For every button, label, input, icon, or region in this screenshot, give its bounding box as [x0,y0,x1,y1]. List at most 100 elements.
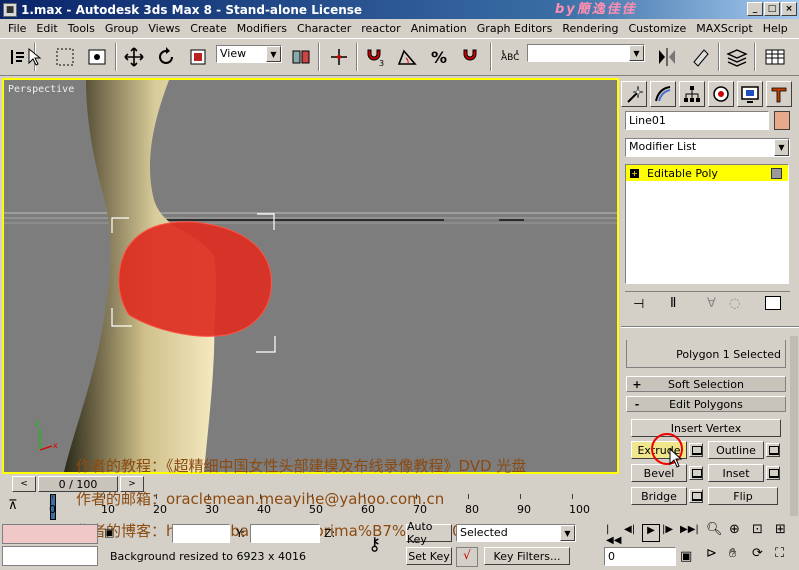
menu-create[interactable]: Create [185,22,232,35]
edit-named-selection-icon[interactable]: ABC [497,44,523,70]
zoom-extents-all-icon[interactable]: ⊞ [775,522,797,545]
key-selection-combo[interactable]: Selected ▼ [456,524,576,542]
move-icon[interactable] [121,44,147,70]
snap-toggle-icon[interactable]: 3 [362,44,388,70]
key-tangent-icon[interactable]: √ [456,547,478,567]
rotate-icon[interactable] [153,44,179,70]
lock-selection-icon[interactable]: ▣ [104,526,120,544]
outline-settings-button[interactable] [766,443,780,457]
menu-graph-editors[interactable]: Graph Editors [472,22,558,35]
time-configuration-icon[interactable]: ▣ [680,549,692,564]
auto-key-button[interactable]: Auto Key [406,520,452,546]
play-icon[interactable]: ▶ [642,524,660,542]
scale-icon[interactable] [185,44,211,70]
menu-file[interactable]: File [3,22,31,35]
svg-text:%: % [431,48,447,67]
select-region-icon[interactable] [52,44,78,70]
menu-rendering[interactable]: Rendering [557,22,623,35]
maximize-viewport-icon[interactable]: ⛶ [775,546,797,569]
menu-tools[interactable]: Tools [63,22,100,35]
pin-stack-icon[interactable]: ⊣ [633,297,644,312]
pivot-center-icon[interactable] [288,44,314,70]
select-object-icon[interactable] [22,44,48,70]
zoom-all-icon[interactable]: ⊕ [729,522,751,545]
display-tab-icon[interactable] [737,81,763,107]
zoom-icon[interactable]: 🔍︎ [706,522,728,545]
current-frame-field[interactable]: 0 [604,547,676,566]
bridge-button[interactable]: Bridge [631,487,687,505]
menu-group[interactable]: Group [100,22,144,35]
extrude-settings-button[interactable] [689,443,703,457]
mirror-icon[interactable] [654,44,680,70]
configure-sets-icon[interactable] [765,296,781,310]
close-button[interactable]: × [781,2,797,16]
layer-manager-icon[interactable] [724,44,750,70]
expand-plus-icon[interactable]: + [630,168,639,178]
x-coordinate-field[interactable] [172,524,230,543]
key-filters-button[interactable]: Key Filters... [484,547,570,565]
goto-end-icon[interactable]: ▶▶| [680,524,699,542]
field-of-view-icon[interactable]: ⊳ [706,546,728,569]
prev-frame-icon[interactable]: ◀| [624,524,640,542]
motion-tab-icon[interactable] [708,81,734,107]
zoom-extents-icon[interactable]: ⊡ [752,522,774,545]
pan-icon[interactable]: ✋︎ [729,546,751,569]
menu-edit[interactable]: Edit [31,22,62,35]
minimize-button[interactable]: _ [747,2,763,16]
menu-customize[interactable]: Customize [623,22,691,35]
modifier-list-combo[interactable]: Modifier List ▼ [625,138,790,157]
menu-views[interactable]: Views [143,22,185,35]
percent-snap-icon[interactable]: % [426,44,452,70]
outline-button[interactable]: Outline [708,441,764,459]
set-key-button[interactable]: Set Key [406,547,452,565]
menu-character[interactable]: Character [292,22,356,35]
goto-start-icon[interactable]: |◀◀ [606,524,622,546]
menu-animation[interactable]: Animation [406,22,472,35]
angle-snap-icon[interactable] [394,44,420,70]
timeline-tick-label: 80 [465,503,479,516]
key-mode-icon[interactable]: ⚷ [368,534,381,555]
flip-button[interactable]: Flip [708,487,778,505]
rollout-edit-polygons[interactable]: - Edit Polygons [626,396,786,412]
insert-vertex-button[interactable]: Insert Vertex [631,419,781,437]
modify-tab-icon[interactable] [650,81,676,107]
maxscript-listener-field[interactable] [2,524,98,544]
create-tab-icon[interactable] [621,81,647,107]
perspective-viewport[interactable]: z x Perspective [2,78,619,474]
show-end-result-icon[interactable]: Ⅱ [670,296,676,311]
inset-settings-button[interactable] [766,466,780,480]
object-color-swatch[interactable] [774,111,790,130]
maximize-button[interactable]: □ [764,2,780,16]
curve-editor-icon[interactable] [762,44,788,70]
time-prev-icon[interactable]: < [12,476,36,492]
arc-rotate-icon[interactable]: ⟳ [752,546,774,569]
y-coordinate-field[interactable] [250,524,320,543]
align-icon[interactable] [688,44,714,70]
hierarchy-tab-icon[interactable] [679,81,705,107]
panel-scrollbar[interactable] [790,336,798,516]
next-frame-icon[interactable]: |▶ [662,524,678,542]
menu-modifiers[interactable]: Modifiers [232,22,292,35]
remove-modifier-icon[interactable]: ◌ [729,296,740,311]
spinner-snap-icon[interactable] [458,44,484,70]
reference-coordinate-combo[interactable]: View ▼ [216,45,282,63]
select-by-name-icon[interactable] [84,44,110,70]
bridge-settings-button[interactable] [689,489,703,503]
bevel-settings-button[interactable] [689,466,703,480]
named-selection-combo[interactable]: ▼ [527,44,645,62]
rollout-soft-selection[interactable]: + Soft Selection [626,376,786,392]
maxscript-mini-field[interactable] [2,546,98,566]
menu-maxscript[interactable]: MAXScript [691,22,757,35]
stack-item-toggle-icon[interactable] [771,167,782,179]
make-unique-icon[interactable]: ∀ [707,296,716,311]
menu-reactor[interactable]: reactor [356,22,405,35]
utilities-tab-icon[interactable] [766,81,792,107]
viewport-label[interactable]: Perspective [8,84,74,95]
stack-item-editable-poly[interactable]: + Editable Poly [626,165,788,181]
menu-help[interactable]: Help [758,22,793,35]
mini-curve-editor-icon[interactable]: ⊼ [8,498,30,514]
object-name-field[interactable]: Line01 [625,111,769,130]
select-and-link-icon[interactable] [326,44,352,70]
timeline-tick-label: 0 [49,503,56,516]
inset-button[interactable]: Inset [708,464,764,482]
